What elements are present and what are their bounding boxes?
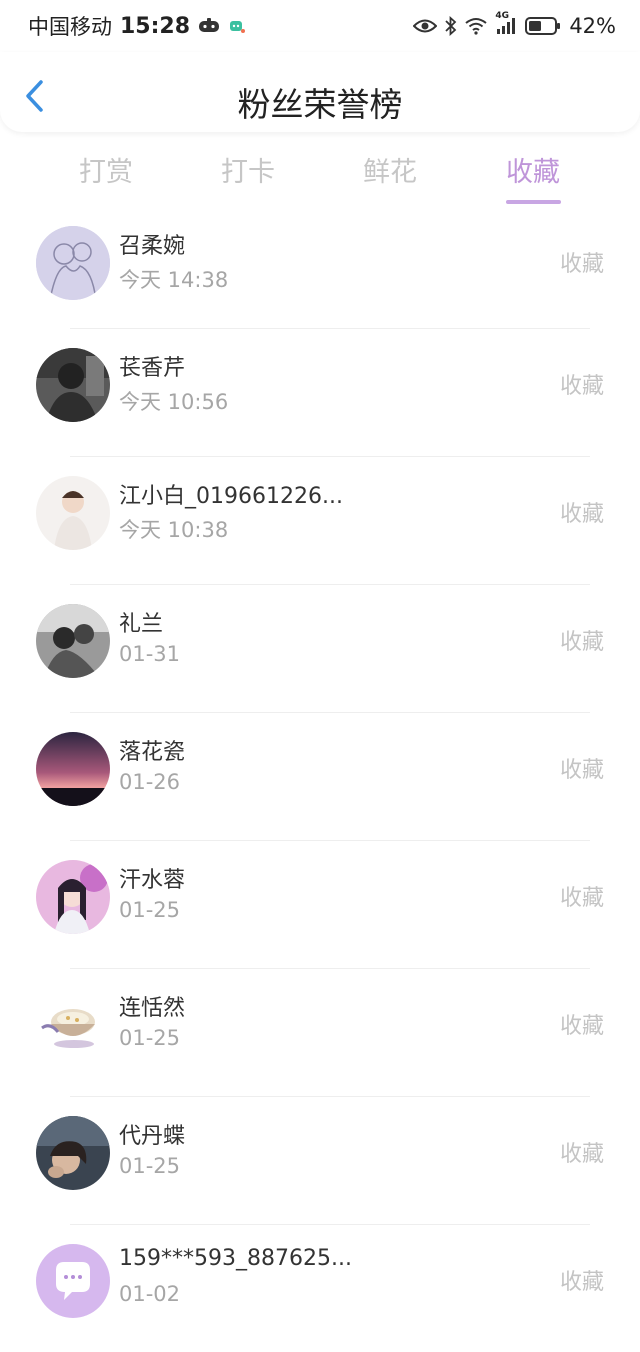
user-name: 汗水蓉	[119, 868, 186, 893]
favorite-label: 收藏	[559, 886, 604, 911]
row-divider	[70, 1224, 590, 1225]
avatar	[36, 988, 110, 1062]
user-name: 落花瓷	[119, 740, 186, 765]
favorite-label: 收藏	[559, 1142, 604, 1167]
bluetooth-icon	[445, 16, 457, 36]
row-divider	[70, 712, 590, 713]
avatar	[36, 1116, 110, 1190]
favorite-label: 收藏	[559, 758, 604, 783]
tab-checkin[interactable]: 打卡	[198, 150, 298, 189]
user-name: 礼兰	[119, 612, 164, 637]
row-divider	[70, 840, 590, 841]
active-tab-indicator	[506, 200, 561, 204]
timestamp: 01-25	[119, 1026, 181, 1050]
list-item[interactable]: 召柔婉 今天 14:38 收藏	[0, 206, 640, 334]
avatar	[36, 226, 110, 300]
game-controller-icon	[198, 18, 220, 34]
row-divider	[70, 1096, 590, 1097]
avatar	[36, 348, 110, 422]
favorite-label: 收藏	[559, 374, 604, 399]
battery-icon	[525, 16, 561, 36]
avatar	[36, 604, 110, 678]
list-item[interactable]: 落花瓷 01-26 收藏	[0, 712, 640, 840]
user-name: 连恬然	[119, 996, 186, 1021]
status-bar-left: 中国移动 15:28	[28, 11, 246, 41]
favorite-label: 收藏	[559, 630, 604, 655]
clock: 15:28	[120, 13, 191, 39]
avatar	[36, 732, 110, 806]
user-name: 苌香芹	[119, 356, 186, 381]
row-divider	[70, 968, 590, 969]
user-name: 159***593_887625...	[119, 1246, 352, 1271]
list-item[interactable]: 江小白_019661226... 今天 10:38 收藏	[0, 456, 640, 584]
list-item[interactable]: 礼兰 01-31 收藏	[0, 584, 640, 712]
network-type-label: 4G	[495, 11, 509, 21]
wifi-icon	[465, 17, 487, 35]
tab-flowers[interactable]: 鲜花	[340, 150, 440, 189]
row-divider	[70, 584, 590, 585]
app-notification-icon	[228, 18, 246, 34]
timestamp: 01-26	[119, 770, 181, 794]
list-item[interactable]: 连恬然 01-25 收藏	[0, 968, 640, 1096]
favorite-label: 收藏	[559, 1270, 604, 1295]
battery-level: 42%	[569, 14, 616, 38]
timestamp: 01-31	[119, 642, 181, 666]
list-item[interactable]: 代丹蝶 01-25 收藏	[0, 1096, 640, 1224]
eye-icon	[413, 18, 438, 34]
avatar	[36, 476, 110, 550]
user-name: 代丹蝶	[119, 1124, 186, 1149]
list-item[interactable]: 汗水蓉 01-25 收藏	[0, 840, 640, 968]
tab-favorites[interactable]: 收藏	[483, 150, 583, 189]
timestamp: 今天 14:38	[119, 268, 229, 292]
avatar	[36, 1244, 110, 1318]
app-header: 粉丝荣誉榜	[0, 52, 640, 132]
timestamp: 01-25	[119, 898, 181, 922]
favorite-label: 收藏	[559, 252, 604, 277]
user-name: 召柔婉	[119, 234, 186, 259]
timestamp: 01-25	[119, 1154, 181, 1178]
tab-reward[interactable]: 打赏	[56, 150, 156, 189]
status-bar: 中国移动 15:28 4G 42%	[0, 0, 640, 52]
favorite-label: 收藏	[559, 1014, 604, 1039]
timestamp: 01-02	[119, 1282, 181, 1306]
status-bar-right: 4G 42%	[413, 11, 616, 38]
avatar	[36, 860, 110, 934]
list-item[interactable]: 苌香芹 今天 10:56 收藏	[0, 328, 640, 456]
signal-icon: 4G	[495, 11, 517, 35]
timestamp: 今天 10:56	[119, 390, 229, 414]
favorite-label: 收藏	[559, 502, 604, 527]
carrier-label: 中国移动	[28, 15, 112, 39]
timestamp: 今天 10:38	[119, 518, 229, 542]
list-item[interactable]: 159***593_887625... 01-02 收藏	[0, 1224, 640, 1352]
tab-bar: 打赏 打卡 鲜花 收藏	[0, 150, 640, 210]
page-title: 粉丝荣誉榜	[237, 85, 403, 124]
row-divider	[70, 328, 590, 329]
row-divider	[70, 456, 590, 457]
user-name: 江小白_019661226...	[119, 484, 343, 509]
